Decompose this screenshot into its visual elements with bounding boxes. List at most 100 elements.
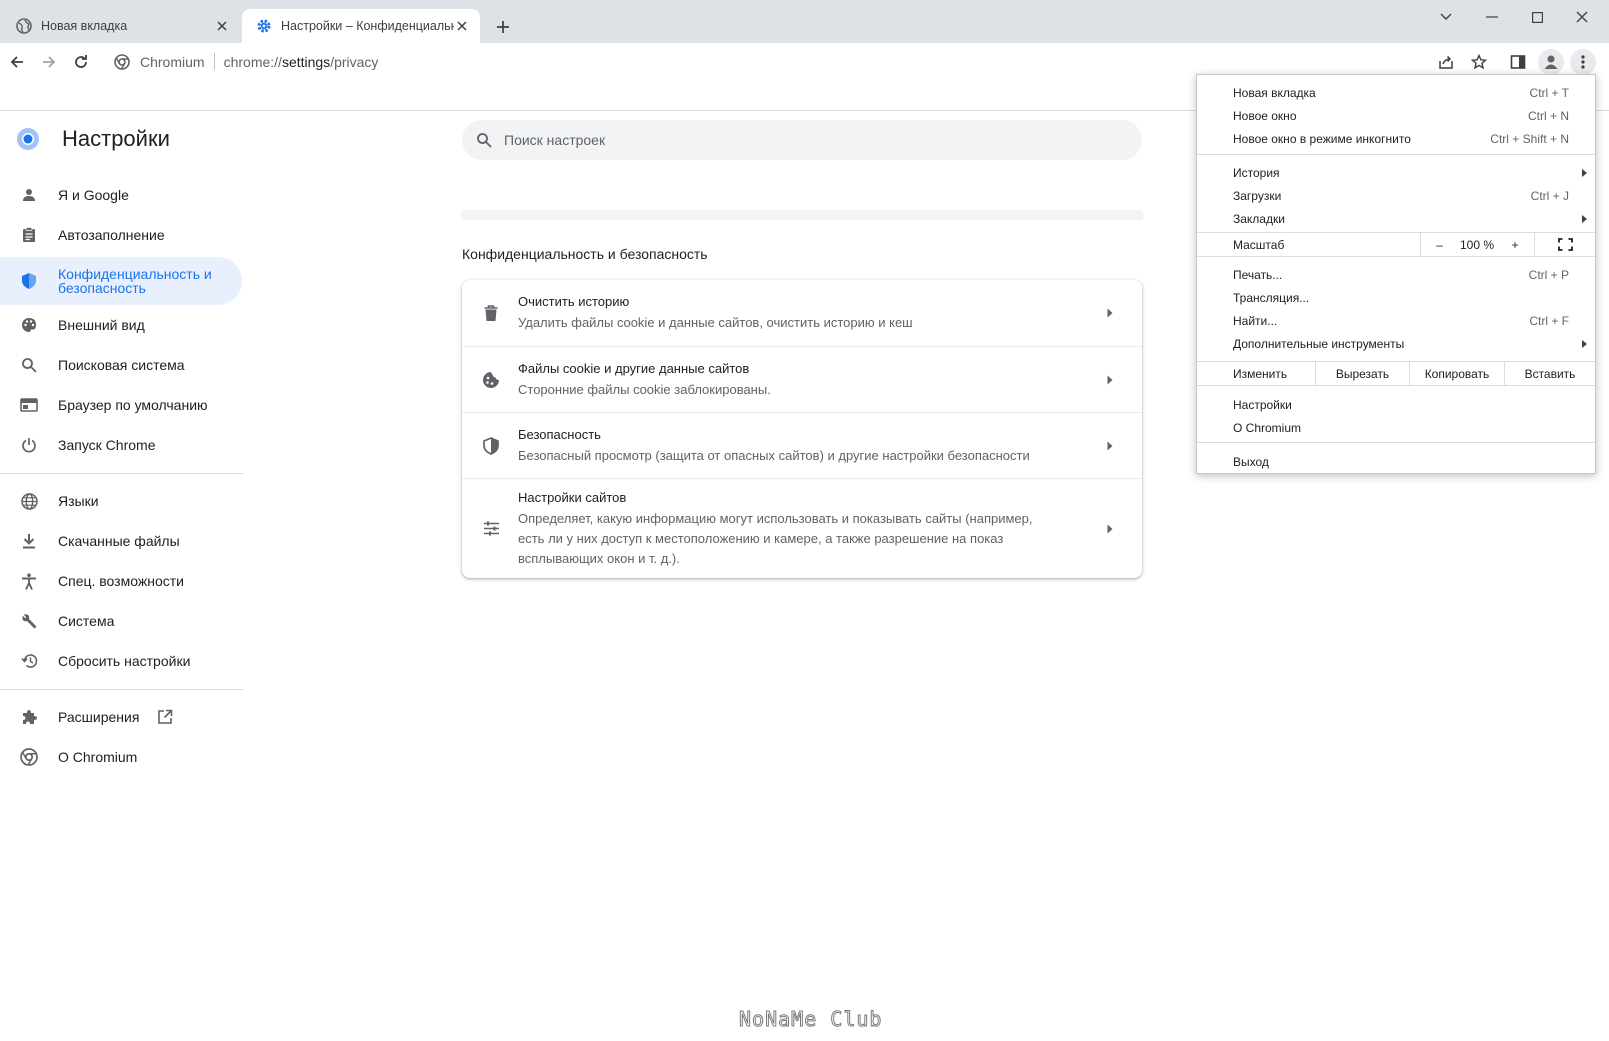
omnibox-url-host: settings xyxy=(281,53,331,70)
close-icon[interactable] xyxy=(214,18,230,34)
tab-new-tab[interactable]: Новая вкладка xyxy=(2,9,240,43)
maximize-icon xyxy=(1531,11,1543,23)
row-security[interactable]: Безопасность Безопасный просмотр (защита… xyxy=(462,413,1142,478)
menu-item-cast[interactable]: Трансляция... xyxy=(1197,286,1595,309)
sidebar-item-accessibility[interactable]: Спец. возможности xyxy=(0,561,184,601)
omnibox-divider xyxy=(213,53,215,70)
menu-item-settings[interactable]: Настройки xyxy=(1197,393,1595,416)
sidebar-item-on-startup[interactable]: Запуск Chrome xyxy=(0,425,155,465)
sidebar-item-label: Расширения xyxy=(58,709,140,725)
sidebar-item-languages[interactable]: Языки xyxy=(0,481,99,521)
menu-shortcut: Ctrl + Shift + N xyxy=(1490,131,1569,146)
paste-button[interactable]: Вставить xyxy=(1504,362,1595,385)
arrow-left-icon xyxy=(10,56,23,68)
star-icon xyxy=(1471,54,1487,70)
menu-shortcut: Ctrl + J xyxy=(1530,188,1569,203)
menu-divider xyxy=(1197,442,1595,443)
sidebar-item-default-browser[interactable]: Браузер по умолчанию xyxy=(0,385,208,425)
close-icon[interactable] xyxy=(454,18,470,34)
cut-label: Вырезать xyxy=(1335,366,1390,381)
menu-item-about[interactable]: О Chromium xyxy=(1197,416,1595,439)
sidebar-divider xyxy=(0,689,244,690)
fullscreen-icon xyxy=(1557,238,1573,251)
cut-button[interactable]: Вырезать xyxy=(1315,362,1409,385)
shield-icon xyxy=(19,271,39,291)
menu-divider xyxy=(1197,154,1595,155)
browser-icon xyxy=(19,395,39,415)
sidebar-item-reset[interactable]: Сбросить настройки xyxy=(0,641,190,681)
app-menu: Новая вкладка Ctrl + T Новое окно Ctrl +… xyxy=(1196,74,1596,474)
settings-search[interactable] xyxy=(462,120,1142,160)
sidebar-item-you-and-google[interactable]: Я и Google xyxy=(0,175,129,215)
puzzle-icon xyxy=(19,707,39,727)
menu-item-label: История xyxy=(1233,165,1280,180)
reload-button[interactable] xyxy=(68,49,94,75)
side-panel-button[interactable] xyxy=(1505,49,1531,75)
fullscreen-button[interactable] xyxy=(1534,233,1595,256)
omnibox[interactable]: Chromium chrome:// settings /privacy xyxy=(104,47,1494,76)
edit-label-text: Изменить xyxy=(1233,366,1288,381)
menu-item-label: Закладки xyxy=(1233,211,1285,226)
zoom-label: Масштаб xyxy=(1233,238,1285,252)
sidebar-item-downloads[interactable]: Скачанные файлы xyxy=(0,521,180,561)
menu-item-label: Выход xyxy=(1233,454,1269,469)
back-button[interactable] xyxy=(4,49,30,75)
search-input[interactable] xyxy=(504,132,1104,148)
zoom-in-button[interactable]: + xyxy=(1496,233,1534,256)
forward-button[interactable] xyxy=(36,49,62,75)
zoom-out-label: – xyxy=(1436,237,1443,252)
row-title: Настройки сайтов xyxy=(518,489,627,505)
menu-item-label: Новое окно xyxy=(1233,108,1297,123)
security-shield-icon xyxy=(481,436,501,456)
menu-item-more-tools[interactable]: Дополнительные инструменты xyxy=(1197,332,1595,355)
row-cookies[interactable]: Файлы cookie и другие данные сайтов Стор… xyxy=(462,347,1142,412)
sidebar-item-label: Автозаполнение xyxy=(58,227,165,243)
menu-item-print[interactable]: Печать... Ctrl + P xyxy=(1197,263,1595,286)
new-tab-button[interactable] xyxy=(492,16,514,38)
menu-item-history[interactable]: История xyxy=(1197,161,1595,184)
tab-settings[interactable]: Настройки – Конфиденциальность и безопас… xyxy=(242,9,480,43)
menu-item-new-tab[interactable]: Новая вкладка Ctrl + T xyxy=(1197,81,1595,104)
zoom-out-button[interactable]: – xyxy=(1420,233,1458,256)
avatar xyxy=(1544,55,1558,69)
minimize-button[interactable] xyxy=(1476,6,1508,28)
loading-placeholder xyxy=(460,210,1144,220)
privacy-card: Очистить историю Удалить файлы cookie и … xyxy=(462,280,1142,578)
trash-icon xyxy=(481,303,501,323)
sidebar-item-search-engine[interactable]: Поисковая система xyxy=(0,345,185,385)
share-button[interactable] xyxy=(1433,49,1459,75)
chevron-down-icon xyxy=(1440,13,1452,20)
arrow-right-icon xyxy=(1100,370,1120,390)
copy-button[interactable]: Копировать xyxy=(1409,362,1504,385)
cookie-icon xyxy=(481,370,501,390)
close-window-button[interactable] xyxy=(1566,6,1598,28)
side-panel-icon xyxy=(1510,55,1526,69)
search-icon xyxy=(19,355,39,375)
menu-item-downloads[interactable]: Загрузки Ctrl + J xyxy=(1197,184,1595,207)
sidebar-item-extensions[interactable]: Расширения xyxy=(0,697,173,737)
row-site-settings[interactable]: Настройки сайтов Определяет, какую инфор… xyxy=(462,479,1142,578)
sidebar-item-label: Языки xyxy=(58,493,99,509)
profile-button[interactable] xyxy=(1538,49,1564,75)
sidebar-item-label: Я и Google xyxy=(58,187,129,203)
menu-item-bookmarks[interactable]: Закладки xyxy=(1197,207,1595,230)
sidebar-item-appearance[interactable]: Внешний вид xyxy=(0,305,145,345)
sidebar-item-privacy[interactable]: Конфиденциальность и безопасность xyxy=(0,257,242,305)
sidebar-item-autofill[interactable]: Автозаполнение xyxy=(0,215,165,255)
menu-item-incognito[interactable]: Новое окно в режиме инкогнито Ctrl + Shi… xyxy=(1197,127,1595,150)
sidebar-item-system[interactable]: Система xyxy=(0,601,114,641)
bookmark-star-button[interactable] xyxy=(1466,49,1492,75)
menu-item-find[interactable]: Найти... Ctrl + F xyxy=(1197,309,1595,332)
tab-search-button[interactable] xyxy=(1430,6,1462,28)
menu-button[interactable] xyxy=(1570,49,1596,75)
tab-strip: Новая вкладка Настройки – Конфиденциальн… xyxy=(0,0,1609,43)
menu-item-exit[interactable]: Выход xyxy=(1197,450,1595,473)
section-title: Конфиденциальность и безопасность xyxy=(462,246,708,262)
row-clear-browsing-data[interactable]: Очистить историю Удалить файлы cookie и … xyxy=(462,280,1142,346)
chromium-logo xyxy=(16,127,40,151)
chromium-icon xyxy=(114,53,130,70)
sidebar-item-about[interactable]: О Chromium xyxy=(0,737,137,777)
maximize-button[interactable] xyxy=(1521,6,1553,28)
sidebar-item-label: Запуск Chrome xyxy=(58,437,156,453)
menu-item-new-window[interactable]: Новое окно Ctrl + N xyxy=(1197,104,1595,127)
